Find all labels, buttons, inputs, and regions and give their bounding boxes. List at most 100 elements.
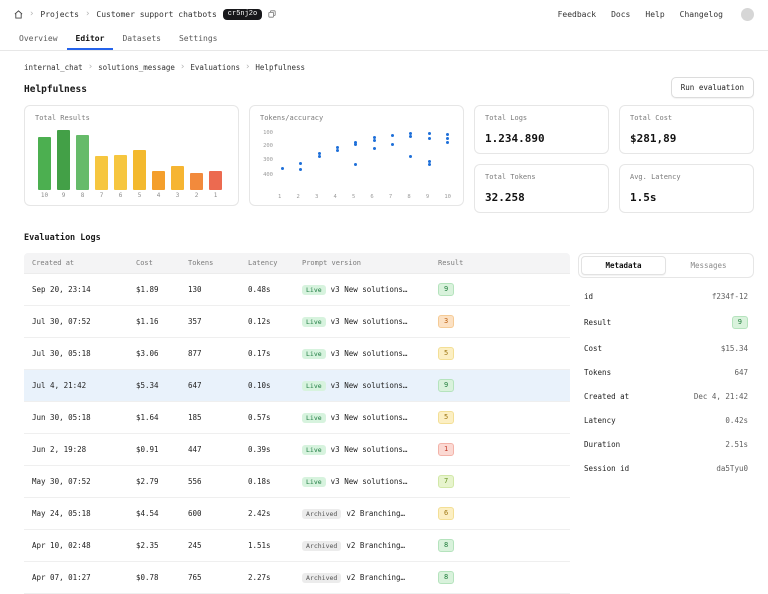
detail-tab-messages[interactable]: Messages (666, 256, 751, 275)
bar[interactable] (114, 155, 127, 190)
bar[interactable] (171, 166, 184, 190)
bar-column: 8 (76, 128, 89, 200)
cell-result: 8 (430, 562, 570, 594)
cell-cost: $2.79 (128, 466, 180, 498)
chevron-right-icon: › (29, 10, 34, 19)
breadcrumb-item[interactable]: Helpfulness (255, 63, 305, 72)
breadcrumb-project-name[interactable]: Customer support chatbots (96, 10, 216, 19)
x-axis-tick: 7 (389, 194, 392, 200)
data-point (354, 143, 357, 146)
table-row[interactable]: Jul 30, 05:18$3.068770.17sLivev3 New sol… (24, 338, 570, 370)
avatar[interactable] (741, 8, 754, 21)
column-header-tokens[interactable]: Tokens (180, 253, 240, 274)
stat-card: Total Tokens32.258 (474, 164, 609, 213)
cell-tokens: 130 (180, 274, 240, 306)
chevron-right-icon: › (85, 10, 90, 19)
bar[interactable] (152, 171, 165, 190)
bar-label: 8 (81, 192, 85, 200)
table-row[interactable]: Sep 20, 23:14$1.891300.48sLivev3 New sol… (24, 274, 570, 306)
prompt-version-text: v2 Branching… (346, 509, 405, 518)
logs-section: Created atCostTokensLatencyPrompt versio… (24, 253, 754, 594)
prompt-version-text: v2 Branching… (346, 541, 405, 550)
bar[interactable] (133, 150, 146, 190)
home-icon[interactable] (14, 10, 23, 19)
result-badge: 9 (438, 379, 454, 392)
cell-prompt-version: Livev3 New solutions… (294, 434, 430, 466)
bar-column: 2 (190, 128, 203, 200)
detail-tab-metadata[interactable]: Metadata (581, 256, 666, 275)
stat-card: Total Logs1.234.890 (474, 105, 609, 154)
column-header-prompt-version[interactable]: Prompt version (294, 253, 430, 274)
result-badge: 6 (438, 507, 454, 520)
cell-cost: $0.78 (128, 562, 180, 594)
cell-created-at: Jun 30, 05:18 (24, 402, 128, 434)
bar[interactable] (190, 173, 203, 190)
detail-tabs: MetadataMessages (578, 253, 754, 278)
data-point (446, 133, 449, 136)
bar[interactable] (38, 137, 51, 190)
cell-cost: $1.89 (128, 274, 180, 306)
metadata-field: idf234f-12 (578, 284, 754, 308)
column-header-result[interactable]: Result (430, 253, 570, 274)
data-point (428, 132, 431, 135)
cell-result: 3 (430, 306, 570, 338)
tab-overview[interactable]: Overview (10, 28, 67, 50)
bar-label: 2 (195, 192, 199, 200)
cell-latency: 2.42s (240, 498, 294, 530)
tab-settings[interactable]: Settings (170, 28, 227, 50)
column-header-created-at[interactable]: Created at (24, 253, 128, 274)
topbar-link-help[interactable]: Help (645, 10, 664, 19)
bar-column: 9 (57, 128, 70, 200)
cell-prompt-version: Archivedv2 Branching… (294, 562, 430, 594)
data-point (354, 163, 357, 166)
x-axis-tick: 2 (296, 194, 299, 200)
field-value: f234f-12 (712, 292, 748, 301)
topbar-link-feedback[interactable]: Feedback (558, 10, 597, 19)
tab-editor[interactable]: Editor (67, 28, 114, 50)
bar[interactable] (209, 171, 222, 190)
breadcrumb-projects[interactable]: Projects (40, 10, 79, 19)
table-row[interactable]: Jul 30, 07:52$1.163570.12sLivev3 New sol… (24, 306, 570, 338)
table-row[interactable]: Jul 4, 21:42$5.346470.10sLivev3 New solu… (24, 370, 570, 402)
column-header-cost[interactable]: Cost (128, 253, 180, 274)
x-axis-tick: 4 (333, 194, 336, 200)
bar-label: 10 (41, 192, 48, 200)
cell-created-at: May 24, 05:18 (24, 498, 128, 530)
metadata-field: Latency0.42s (578, 408, 754, 432)
bar[interactable] (57, 130, 70, 190)
bar-column: 10 (38, 128, 51, 200)
topbar-link-changelog[interactable]: Changelog (680, 10, 723, 19)
cell-tokens: 647 (180, 370, 240, 402)
topbar-link-docs[interactable]: Docs (611, 10, 630, 19)
table-row[interactable]: Jun 30, 05:18$1.641850.57sLivev3 New sol… (24, 402, 570, 434)
cell-cost: $1.64 (128, 402, 180, 434)
table-row[interactable]: May 30, 07:52$2.795560.18sLivev3 New sol… (24, 466, 570, 498)
tab-datasets[interactable]: Datasets (113, 28, 170, 50)
bar[interactable] (95, 156, 108, 190)
tokens-accuracy-card: Tokens/accuracy 100200300400 12345678910 (249, 105, 464, 206)
table-row[interactable]: May 24, 05:18$4.546002.42sArchivedv2 Bra… (24, 498, 570, 530)
bar[interactable] (76, 135, 89, 190)
stat-card-label: Avg. Latency (630, 173, 743, 181)
cell-latency: 0.17s (240, 338, 294, 370)
data-point (318, 155, 321, 158)
breadcrumb-item[interactable]: Evaluations (190, 63, 240, 72)
scatter-y-axis: 100200300400 (260, 130, 275, 186)
copy-icon[interactable] (268, 10, 276, 18)
breadcrumb-item[interactable]: internal_chat (24, 63, 83, 72)
data-point (409, 135, 412, 138)
field-label: Duration (584, 440, 620, 449)
breadcrumb-item[interactable]: solutions_message (98, 63, 175, 72)
table-row[interactable]: Jun 2, 19:28$0.914470.39sLivev3 New solu… (24, 434, 570, 466)
table-row[interactable]: Apr 07, 01:27$0.787652.27sArchivedv2 Bra… (24, 562, 570, 594)
bar-column: 6 (114, 128, 127, 200)
summary-cards: Total Results 10987654321 Tokens/accurac… (24, 105, 754, 213)
cell-cost: $4.54 (128, 498, 180, 530)
cell-created-at: Jul 30, 05:18 (24, 338, 128, 370)
column-header-latency[interactable]: Latency (240, 253, 294, 274)
run-evaluation-button[interactable]: Run evaluation (671, 77, 754, 98)
data-point (428, 137, 431, 140)
detail-fields: idf234f-12Result9Cost$15.34Tokens647Crea… (578, 284, 754, 480)
main-content: internal_chat›solutions_message›Evaluati… (0, 51, 768, 594)
chevron-right-icon: › (180, 63, 185, 72)
